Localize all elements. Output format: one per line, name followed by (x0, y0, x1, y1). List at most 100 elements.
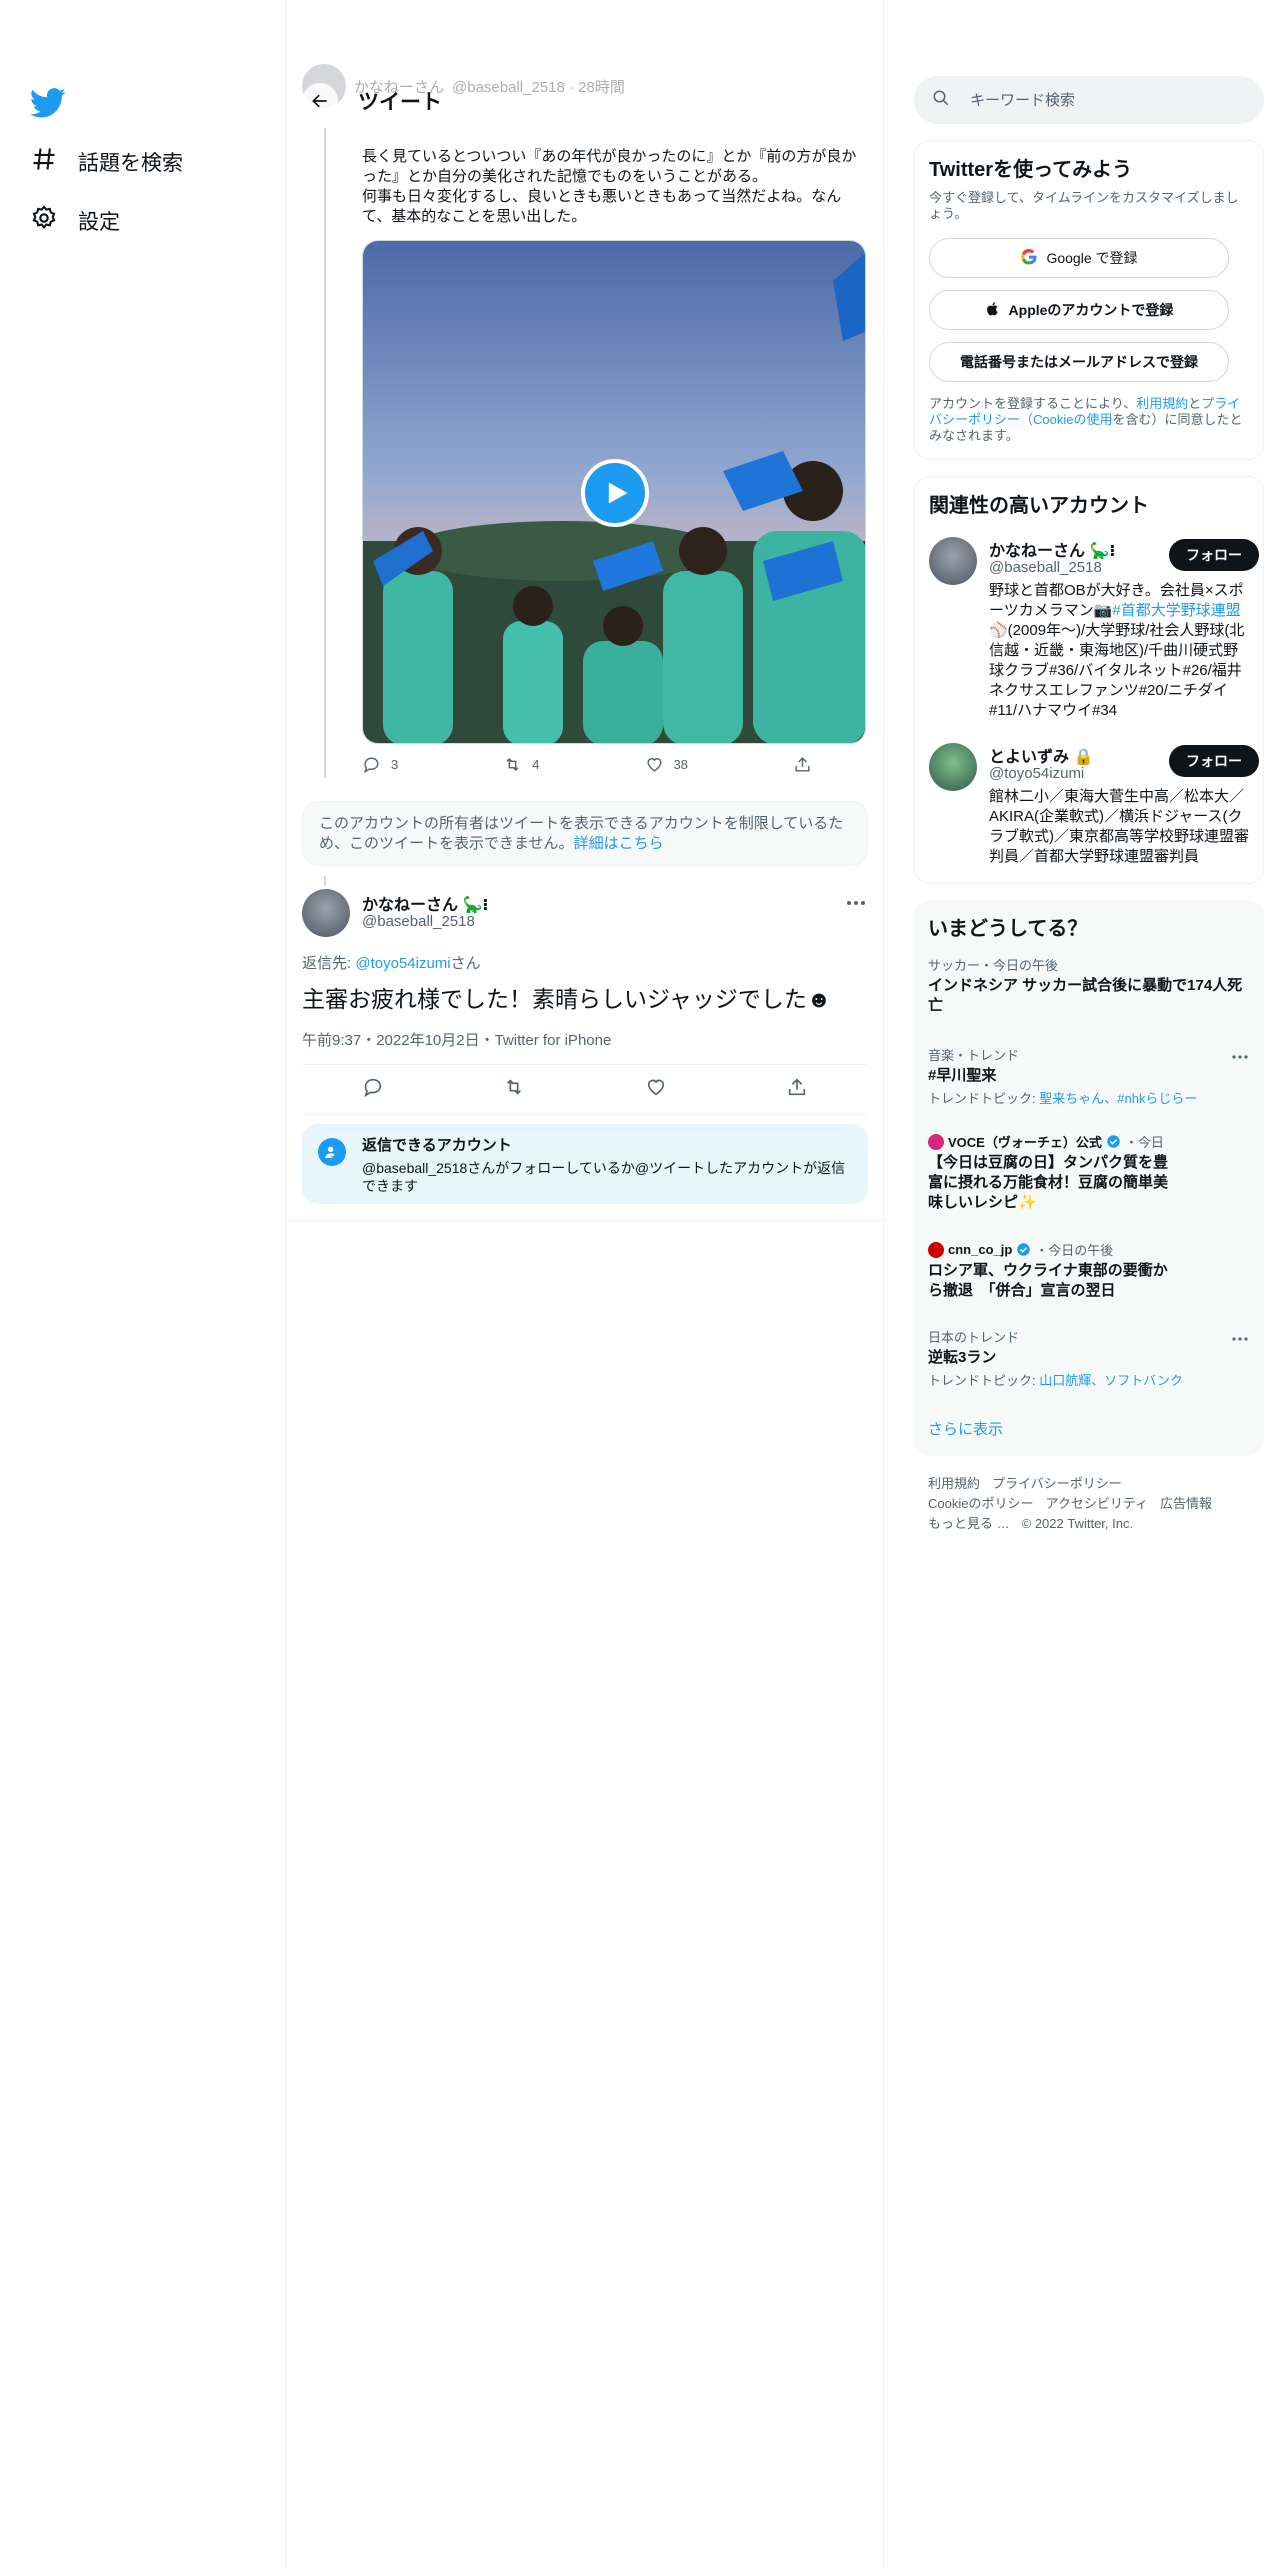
reply-mention-link[interactable]: @toyo54izumi (355, 955, 450, 972)
trend-title: 【今日は豆腐の日】タンパク質を豊富に摂れる万能食材！豆腐の簡単美味しいレシピ✨ (928, 1154, 1169, 1211)
video-thumbnail[interactable] (362, 240, 866, 744)
author-name[interactable]: かなねーさん 🦕⁝ (362, 891, 488, 915)
like-count: 38 (673, 757, 688, 772)
trend-item[interactable]: VOCE（ヴォーチェ）公式 ・今日 【今日は豆腐の日】タンパク質を豊富に摂れる万… (928, 1132, 1250, 1213)
trend-source: cnn_co_jp ・今日の午後 (928, 1240, 1250, 1259)
left-navigation: 話題を検索 設定 (0, 0, 286, 2568)
retweet-button[interactable]: 4 (503, 755, 539, 774)
trend-context: 音楽・トレンド (928, 1048, 1020, 1063)
more-options-icon[interactable] (1230, 1332, 1250, 1346)
trend-title: インドネシア サッカー試合後に暴動で174人死亡 (928, 977, 1243, 1014)
share-button[interactable] (793, 755, 812, 774)
search-icon (932, 89, 950, 112)
main-column: かなねーさん @baseball_2518 · 28時間 ツイート 長く見ている… (286, 0, 884, 2568)
google-signup-button[interactable]: Google で登録 (929, 238, 1229, 278)
related-title: 関連性の高いアカウント (929, 495, 1149, 517)
trend-item[interactable]: 日本のトレンド 逆転3ラン トレンドトピック: 山口航輝、ソフトバンク (928, 1330, 1250, 1389)
retweet-icon[interactable] (503, 1076, 525, 1103)
related-account[interactable]: かなねーさん 🦕⁝ @baseball_2518 フォロー 野球と首都OBが大好… (929, 537, 1259, 727)
nav-settings[interactable]: 設定 (30, 204, 120, 238)
footer-link[interactable]: もっと見る … (928, 1516, 1010, 1531)
google-icon (1020, 248, 1038, 269)
lock-icon: 🔒 (1073, 749, 1094, 766)
back-button[interactable] (302, 83, 338, 119)
avatar[interactable] (302, 889, 350, 937)
previous-tweet-line: 何事も日々変化するし、良いときも悪いときもあって当然だよね。なんて、基本的なこと… (362, 188, 842, 225)
trend-item[interactable]: cnn_co_jp ・今日の午後 ロシア軍、ウクライナ東部の要衝から撤退 「併合… (928, 1240, 1250, 1301)
terms-link[interactable]: 利用規約 (1136, 396, 1188, 411)
related-account[interactable]: とよいずみ 🔒 @toyo54izumi フォロー 館林二小／東海大菅生中高／松… (929, 743, 1259, 873)
apple-signup-button[interactable]: Appleのアカウントで登録 (929, 290, 1229, 330)
footer-link[interactable]: Cookieのポリシー (928, 1496, 1033, 1511)
heart-icon (646, 758, 662, 772)
footer-link[interactable]: 利用規約 (928, 1476, 980, 1491)
reply-button[interactable]: 3 (362, 755, 398, 774)
footer-links: 利用規約 プライバシーポリシー Cookieのポリシー アクセシビリティ 広告情報 も… (928, 1474, 1258, 1534)
divider (286, 1220, 884, 1221)
trend-item[interactable]: 音楽・トレンド #早川聖来 トレンドトピック: 聖来ちゃん、#nhkらじらー (928, 1048, 1250, 1107)
footer-link[interactable]: プライバシーポリシー (992, 1476, 1122, 1491)
who-can-reply-title: 返信できるアカウント (362, 1137, 512, 1154)
account-name[interactable]: かなねーさん 🦕⁝ (989, 537, 1115, 561)
trend-title: 逆転3ラン (928, 1349, 997, 1366)
reply-icon[interactable] (362, 1076, 384, 1103)
trend-source: VOCE（ヴォーチェ）公式 ・今日 (928, 1132, 1250, 1151)
trend-topics: トレンドトピック: 聖来ちゃん、#nhkらじらー (928, 1091, 1198, 1106)
source-avatar (928, 1133, 944, 1150)
follow-button[interactable]: フォロー (1169, 539, 1259, 571)
account-handle: @baseball_2518 (989, 559, 1102, 576)
follow-button[interactable]: フォロー (1169, 745, 1259, 777)
footer-link[interactable]: 広告情報 (1160, 1496, 1212, 1511)
trend-topics: トレンドトピック: 山口航輝、ソフトバンク (928, 1373, 1183, 1388)
avatar[interactable] (929, 537, 977, 585)
nav-explore[interactable]: 話題を検索 (30, 145, 183, 179)
author-handle[interactable]: @baseball_2518 (362, 913, 475, 930)
nav-explore-label: 話題を検索 (78, 152, 183, 175)
like-button[interactable]: 38 (645, 755, 688, 774)
trends-title: いまどうしてる？ (928, 918, 1088, 940)
person-icon (318, 1138, 346, 1166)
show-more-link[interactable]: さらに表示 (928, 1418, 1003, 1439)
reply-icon (363, 757, 379, 774)
who-can-reply-notice: 返信できるアカウント @baseball_2518さんがフォローしているか@ツイ… (302, 1124, 868, 1204)
trend-context: 日本のトレンド (928, 1330, 1020, 1345)
avatar[interactable] (929, 743, 977, 791)
source-name: cnn_co_jp (948, 1242, 1013, 1257)
phone-email-signup-button[interactable]: 電話番号またはメールアドレスで登録 (929, 342, 1229, 382)
main-tweet-text: 主審お疲れ様でした！素晴らしいジャッジでした☻ (302, 986, 832, 1012)
share-icon[interactable] (786, 1076, 808, 1103)
more-options-icon[interactable] (844, 893, 868, 913)
search-input[interactable] (970, 91, 1250, 109)
tweet-timestamp[interactable]: 午前9:37・2022年10月2日・Twitter for iPhone (302, 1029, 611, 1050)
share-icon (795, 757, 810, 772)
hashtag-link[interactable]: #首都大学野球連盟 (1112, 602, 1240, 619)
trend-title: #早川聖来 (928, 1067, 997, 1084)
main-tweet-actions (302, 1064, 868, 1114)
previous-tweet-text: 長く見ているとついつい『あの年代が良かったのに』とか『前の方が良かった』とか自分… (362, 147, 862, 227)
verified-badge-icon (1017, 1243, 1031, 1256)
divider (302, 1114, 868, 1115)
signup-card: Twitterを使ってみよう 今すぐ登録して、タイムラインをカスタマイズしましょ… (914, 140, 1264, 460)
apple-signup-label: Appleのアカウントで登録 (1008, 302, 1174, 318)
account-name[interactable]: とよいずみ 🔒 (989, 743, 1093, 767)
footer-link[interactable]: アクセシビリティ (1045, 1496, 1148, 1511)
trend-context: サッカー・今日の午後 (928, 958, 1059, 973)
account-handle: @toyo54izumi (989, 765, 1085, 782)
gear-icon (30, 204, 58, 238)
heart-icon[interactable] (645, 1076, 667, 1103)
twitter-logo-icon[interactable] (30, 84, 66, 120)
source-avatar (928, 1241, 944, 1258)
play-button[interactable] (581, 459, 649, 527)
play-icon (608, 482, 628, 504)
learn-more-link[interactable]: 詳細はこちら (574, 835, 664, 852)
hashtag-icon (30, 145, 58, 179)
main-tweet-author: かなねーさん 🦕⁝ @baseball_2518 (302, 889, 868, 939)
more-options-icon[interactable] (1230, 1050, 1250, 1064)
verified-badge-icon (1107, 1135, 1120, 1148)
arrow-left-icon (312, 94, 327, 108)
search-box[interactable] (914, 76, 1264, 124)
previous-tweet-actions: 3 4 38 (362, 755, 812, 774)
trend-item[interactable]: サッカー・今日の午後 インドネシア サッカー試合後に暴動で174人死亡 (928, 958, 1250, 1016)
nav-settings-label: 設定 (78, 211, 120, 234)
page-header: ツイート (286, 66, 884, 136)
